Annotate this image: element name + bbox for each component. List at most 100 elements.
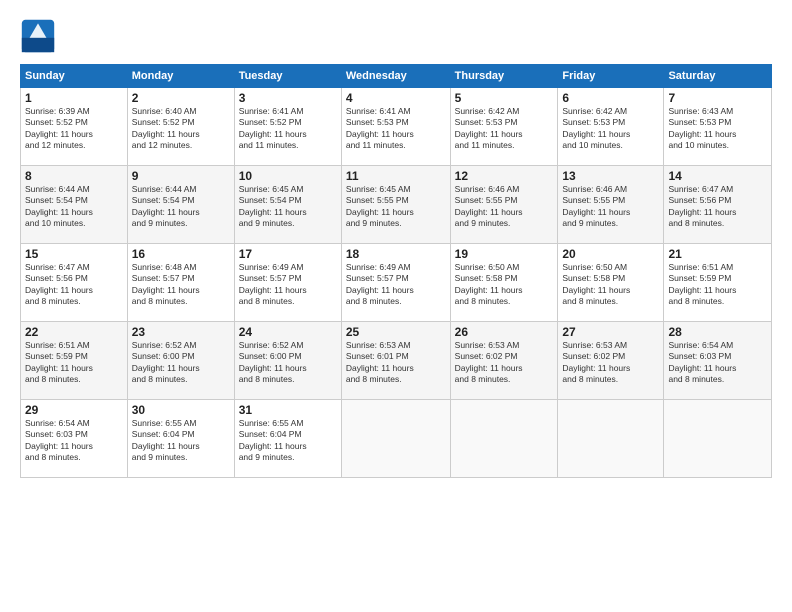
day-cell: 28Sunrise: 6:54 AM Sunset: 6:03 PM Dayli… — [664, 322, 772, 400]
day-number: 3 — [239, 91, 337, 105]
day-number: 4 — [346, 91, 446, 105]
day-info: Sunrise: 6:46 AM Sunset: 5:55 PM Dayligh… — [455, 184, 554, 230]
day-cell: 12Sunrise: 6:46 AM Sunset: 5:55 PM Dayli… — [450, 166, 558, 244]
day-cell: 13Sunrise: 6:46 AM Sunset: 5:55 PM Dayli… — [558, 166, 664, 244]
day-number: 27 — [562, 325, 659, 339]
day-cell: 26Sunrise: 6:53 AM Sunset: 6:02 PM Dayli… — [450, 322, 558, 400]
day-number: 12 — [455, 169, 554, 183]
day-number: 11 — [346, 169, 446, 183]
day-number: 15 — [25, 247, 123, 261]
day-cell: 7Sunrise: 6:43 AM Sunset: 5:53 PM Daylig… — [664, 88, 772, 166]
day-cell: 1Sunrise: 6:39 AM Sunset: 5:52 PM Daylig… — [21, 88, 128, 166]
header-cell-friday: Friday — [558, 65, 664, 88]
day-info: Sunrise: 6:55 AM Sunset: 6:04 PM Dayligh… — [132, 418, 230, 464]
day-cell: 6Sunrise: 6:42 AM Sunset: 5:53 PM Daylig… — [558, 88, 664, 166]
day-cell: 3Sunrise: 6:41 AM Sunset: 5:52 PM Daylig… — [234, 88, 341, 166]
header-cell-sunday: Sunday — [21, 65, 128, 88]
day-number: 14 — [668, 169, 767, 183]
day-info: Sunrise: 6:42 AM Sunset: 5:53 PM Dayligh… — [562, 106, 659, 152]
day-number: 5 — [455, 91, 554, 105]
day-cell: 25Sunrise: 6:53 AM Sunset: 6:01 PM Dayli… — [341, 322, 450, 400]
day-cell: 16Sunrise: 6:48 AM Sunset: 5:57 PM Dayli… — [127, 244, 234, 322]
day-info: Sunrise: 6:46 AM Sunset: 5:55 PM Dayligh… — [562, 184, 659, 230]
header-cell-saturday: Saturday — [664, 65, 772, 88]
header-cell-monday: Monday — [127, 65, 234, 88]
day-info: Sunrise: 6:49 AM Sunset: 5:57 PM Dayligh… — [239, 262, 337, 308]
day-number: 18 — [346, 247, 446, 261]
header-row: SundayMondayTuesdayWednesdayThursdayFrid… — [21, 65, 772, 88]
day-info: Sunrise: 6:49 AM Sunset: 5:57 PM Dayligh… — [346, 262, 446, 308]
day-info: Sunrise: 6:51 AM Sunset: 5:59 PM Dayligh… — [25, 340, 123, 386]
day-cell: 8Sunrise: 6:44 AM Sunset: 5:54 PM Daylig… — [21, 166, 128, 244]
day-cell: 10Sunrise: 6:45 AM Sunset: 5:54 PM Dayli… — [234, 166, 341, 244]
day-info: Sunrise: 6:55 AM Sunset: 6:04 PM Dayligh… — [239, 418, 337, 464]
day-number: 8 — [25, 169, 123, 183]
day-number: 25 — [346, 325, 446, 339]
day-cell: 4Sunrise: 6:41 AM Sunset: 5:53 PM Daylig… — [341, 88, 450, 166]
day-cell: 31Sunrise: 6:55 AM Sunset: 6:04 PM Dayli… — [234, 400, 341, 478]
day-cell: 23Sunrise: 6:52 AM Sunset: 6:00 PM Dayli… — [127, 322, 234, 400]
day-cell: 22Sunrise: 6:51 AM Sunset: 5:59 PM Dayli… — [21, 322, 128, 400]
day-cell — [341, 400, 450, 478]
day-info: Sunrise: 6:54 AM Sunset: 6:03 PM Dayligh… — [668, 340, 767, 386]
header — [20, 18, 772, 54]
day-number: 28 — [668, 325, 767, 339]
day-number: 21 — [668, 247, 767, 261]
header-cell-thursday: Thursday — [450, 65, 558, 88]
day-number: 24 — [239, 325, 337, 339]
day-info: Sunrise: 6:44 AM Sunset: 5:54 PM Dayligh… — [132, 184, 230, 230]
day-number: 17 — [239, 247, 337, 261]
day-info: Sunrise: 6:45 AM Sunset: 5:55 PM Dayligh… — [346, 184, 446, 230]
day-cell: 2Sunrise: 6:40 AM Sunset: 5:52 PM Daylig… — [127, 88, 234, 166]
day-info: Sunrise: 6:53 AM Sunset: 6:02 PM Dayligh… — [562, 340, 659, 386]
day-number: 2 — [132, 91, 230, 105]
day-number: 22 — [25, 325, 123, 339]
day-number: 9 — [132, 169, 230, 183]
day-cell: 27Sunrise: 6:53 AM Sunset: 6:02 PM Dayli… — [558, 322, 664, 400]
day-info: Sunrise: 6:40 AM Sunset: 5:52 PM Dayligh… — [132, 106, 230, 152]
week-row-1: 1Sunrise: 6:39 AM Sunset: 5:52 PM Daylig… — [21, 88, 772, 166]
day-info: Sunrise: 6:47 AM Sunset: 5:56 PM Dayligh… — [25, 262, 123, 308]
day-info: Sunrise: 6:44 AM Sunset: 5:54 PM Dayligh… — [25, 184, 123, 230]
day-number: 19 — [455, 247, 554, 261]
day-cell: 20Sunrise: 6:50 AM Sunset: 5:58 PM Dayli… — [558, 244, 664, 322]
day-cell: 5Sunrise: 6:42 AM Sunset: 5:53 PM Daylig… — [450, 88, 558, 166]
day-info: Sunrise: 6:52 AM Sunset: 6:00 PM Dayligh… — [132, 340, 230, 386]
day-number: 7 — [668, 91, 767, 105]
day-info: Sunrise: 6:39 AM Sunset: 5:52 PM Dayligh… — [25, 106, 123, 152]
day-info: Sunrise: 6:47 AM Sunset: 5:56 PM Dayligh… — [668, 184, 767, 230]
day-cell: 18Sunrise: 6:49 AM Sunset: 5:57 PM Dayli… — [341, 244, 450, 322]
page: SundayMondayTuesdayWednesdayThursdayFrid… — [0, 0, 792, 612]
day-info: Sunrise: 6:51 AM Sunset: 5:59 PM Dayligh… — [668, 262, 767, 308]
day-info: Sunrise: 6:42 AM Sunset: 5:53 PM Dayligh… — [455, 106, 554, 152]
header-cell-tuesday: Tuesday — [234, 65, 341, 88]
day-cell: 15Sunrise: 6:47 AM Sunset: 5:56 PM Dayli… — [21, 244, 128, 322]
day-info: Sunrise: 6:53 AM Sunset: 6:02 PM Dayligh… — [455, 340, 554, 386]
day-cell: 24Sunrise: 6:52 AM Sunset: 6:00 PM Dayli… — [234, 322, 341, 400]
day-number: 10 — [239, 169, 337, 183]
day-cell — [558, 400, 664, 478]
header-cell-wednesday: Wednesday — [341, 65, 450, 88]
day-number: 31 — [239, 403, 337, 417]
week-row-2: 8Sunrise: 6:44 AM Sunset: 5:54 PM Daylig… — [21, 166, 772, 244]
day-info: Sunrise: 6:41 AM Sunset: 5:52 PM Dayligh… — [239, 106, 337, 152]
day-number: 16 — [132, 247, 230, 261]
day-number: 26 — [455, 325, 554, 339]
day-number: 30 — [132, 403, 230, 417]
day-info: Sunrise: 6:50 AM Sunset: 5:58 PM Dayligh… — [562, 262, 659, 308]
day-number: 23 — [132, 325, 230, 339]
week-row-5: 29Sunrise: 6:54 AM Sunset: 6:03 PM Dayli… — [21, 400, 772, 478]
day-info: Sunrise: 6:54 AM Sunset: 6:03 PM Dayligh… — [25, 418, 123, 464]
day-info: Sunrise: 6:52 AM Sunset: 6:00 PM Dayligh… — [239, 340, 337, 386]
calendar-table: SundayMondayTuesdayWednesdayThursdayFrid… — [20, 64, 772, 478]
logo-icon — [20, 18, 56, 54]
day-cell: 9Sunrise: 6:44 AM Sunset: 5:54 PM Daylig… — [127, 166, 234, 244]
day-cell: 17Sunrise: 6:49 AM Sunset: 5:57 PM Dayli… — [234, 244, 341, 322]
day-info: Sunrise: 6:43 AM Sunset: 5:53 PM Dayligh… — [668, 106, 767, 152]
day-info: Sunrise: 6:48 AM Sunset: 5:57 PM Dayligh… — [132, 262, 230, 308]
day-cell: 30Sunrise: 6:55 AM Sunset: 6:04 PM Dayli… — [127, 400, 234, 478]
day-number: 6 — [562, 91, 659, 105]
logo — [20, 18, 60, 54]
day-cell: 21Sunrise: 6:51 AM Sunset: 5:59 PM Dayli… — [664, 244, 772, 322]
day-cell: 29Sunrise: 6:54 AM Sunset: 6:03 PM Dayli… — [21, 400, 128, 478]
